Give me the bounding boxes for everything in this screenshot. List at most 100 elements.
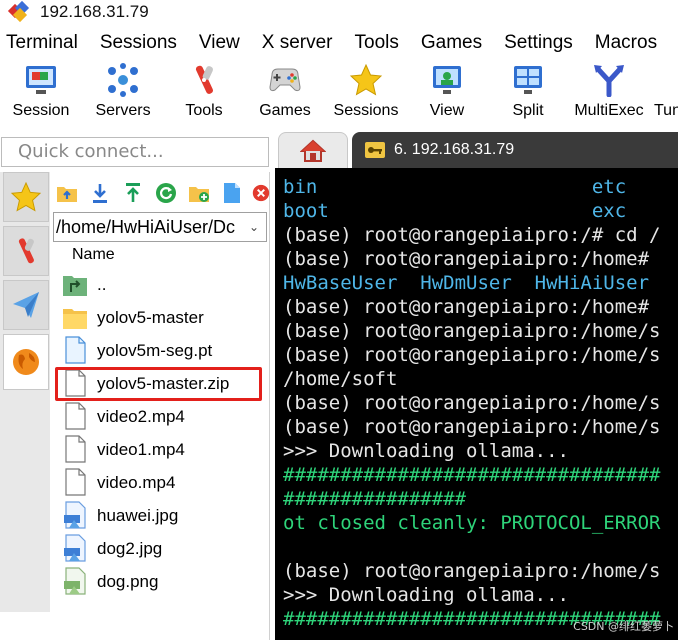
terminal-text: (base) root@orangepiaipro:/home/s xyxy=(283,344,661,366)
star-icon xyxy=(10,182,42,212)
tools-icon xyxy=(18,238,34,264)
terminal-output[interactable]: ################################# >>> Dow… xyxy=(275,168,678,640)
jpg-image-icon xyxy=(64,501,86,529)
file-name: yolov5-master xyxy=(97,307,204,327)
title-bar: 192.168.31.79 xyxy=(0,0,678,24)
delete-button[interactable] xyxy=(252,182,270,204)
file-row[interactable]: huawei.jpg xyxy=(52,499,270,532)
sessions-label: Sessions xyxy=(333,102,399,119)
menu-terminal[interactable]: Terminal xyxy=(6,32,78,54)
mobaxterm-logo-icon xyxy=(7,0,30,23)
terminal-line: ot closed cleanly: PROTOCOL_ERROR xyxy=(283,512,661,534)
home-icon xyxy=(300,139,326,162)
sessions-button[interactable]: Sessions xyxy=(326,60,406,130)
servers-button[interactable]: Servers xyxy=(83,60,163,130)
terminal-line: (base) root@orangepiaipro:/home/s xyxy=(283,392,661,414)
new-file-icon xyxy=(224,183,240,203)
parent-folder-icon xyxy=(63,276,87,296)
sidetab-sftp[interactable] xyxy=(3,334,49,390)
games-button[interactable]: Games xyxy=(245,60,325,130)
tools-label: Tools xyxy=(185,102,223,119)
terminal-text: (base) root@orangepiaipro:/home# xyxy=(283,296,661,318)
split-icon xyxy=(511,63,545,97)
file-row[interactable]: yolov5m-seg.pt xyxy=(52,334,270,367)
file-name: dog.png xyxy=(97,571,159,591)
folder-icon xyxy=(63,309,87,329)
multiexec-label: MultiExec xyxy=(574,102,644,119)
terminal-text: ################ xyxy=(283,488,467,510)
file-row[interactable]: yolov5-master xyxy=(52,301,270,334)
menu-x-server[interactable]: X server xyxy=(262,32,333,54)
terminal-text: (base) root@orangepiaipro:/home/s xyxy=(283,560,661,582)
new-file-button[interactable] xyxy=(221,182,243,204)
quick-connect-input[interactable]: Quick connect... xyxy=(1,137,269,167)
terminal-text: HwBaseUser HwDmUser HwHiAiUser xyxy=(283,272,661,294)
session-tab[interactable]: 6. 192.168.31.79 xyxy=(352,132,678,168)
sidetab-macros[interactable] xyxy=(3,280,49,330)
sessions-star-icon xyxy=(349,63,383,97)
sidetab-sessions[interactable] xyxy=(3,172,49,222)
split-button[interactable]: Split xyxy=(488,60,568,130)
refresh-button[interactable] xyxy=(155,182,177,204)
terminal-line: ################ xyxy=(283,488,466,510)
view-icon xyxy=(430,63,464,97)
tab-strip: 6. 192.168.31.79 xyxy=(272,130,678,168)
home-tab[interactable] xyxy=(278,132,348,168)
file-name: video2.mp4 xyxy=(97,406,185,426)
name-column-header[interactable]: Name xyxy=(72,246,115,264)
split-label: Split xyxy=(512,102,544,119)
tools-button[interactable]: Tools xyxy=(164,60,244,130)
terminal-line: (base) root@orangepiaipro:/home/s xyxy=(283,344,661,366)
ssh-key-icon xyxy=(365,142,385,158)
file-name: huawei.jpg xyxy=(97,505,179,525)
terminal-text: (base) root@orangepiaipro:/home/s xyxy=(283,416,661,438)
document-icon xyxy=(65,336,86,364)
multiexec-button[interactable]: MultiExec xyxy=(569,60,649,130)
paper-plane-icon xyxy=(13,292,39,318)
terminal-line: HwBaseUser HwDmUser HwHiAiUser xyxy=(283,272,661,294)
terminal-text: (base) root@orangepiaipro:/home/s xyxy=(283,392,661,414)
file-row[interactable]: dog.png xyxy=(52,565,270,598)
terminal-text: (base) root@orangepiaipro:/# cd / xyxy=(283,224,661,246)
menu-settings[interactable]: Settings xyxy=(504,32,573,54)
session-tab-label: 6. 192.168.31.79 xyxy=(394,141,515,158)
menu-sessions[interactable]: Sessions xyxy=(100,32,177,54)
session-button[interactable]: Session xyxy=(1,60,81,130)
menu-games[interactable]: Games xyxy=(421,32,482,54)
path-dropdown[interactable]: /home/HwHiAiUser/Dc ⌄ xyxy=(53,212,267,242)
terminal-line: >>> Downloading ollama... xyxy=(283,584,569,606)
terminal-line: (base) root@orangepiaipro:/# cd / xyxy=(283,224,661,246)
file-row[interactable]: video.mp4 xyxy=(52,466,270,499)
file-name: video1.mp4 xyxy=(97,439,185,459)
terminal-text: bin xyxy=(283,176,318,198)
view-label: View xyxy=(429,102,465,119)
file-row[interactable]: video1.mp4 xyxy=(52,433,270,466)
terminal-text: boot xyxy=(283,200,329,222)
view-button[interactable]: View xyxy=(407,60,487,130)
upload-button[interactable] xyxy=(122,182,144,204)
download-button[interactable] xyxy=(89,182,111,204)
terminal-line: ################################# xyxy=(283,464,661,486)
terminal-line: (base) root@orangepiaipro:/home/s xyxy=(283,320,661,342)
file-row[interactable]: dog2.jpg xyxy=(52,532,270,565)
terminal-text: >>> Downloading ollama... xyxy=(283,440,569,462)
upload-icon xyxy=(126,183,140,202)
terminal-line: bin etc xyxy=(283,176,626,198)
file-row[interactable]: video2.mp4 xyxy=(52,400,270,433)
tunneling-button[interactable]: Tun xyxy=(644,60,678,130)
menu-view[interactable]: View xyxy=(199,32,240,54)
chevron-down-icon[interactable]: ⌄ xyxy=(242,213,266,241)
terminal-line: (base) root@orangepiaipro:/home/s xyxy=(283,560,661,582)
parent-folder-button[interactable] xyxy=(56,182,78,204)
menu-tools[interactable]: Tools xyxy=(355,32,399,54)
folder-up-icon xyxy=(57,187,77,202)
file-name: dog2.jpg xyxy=(97,538,163,558)
menu-macros[interactable]: Macros xyxy=(595,32,657,54)
file-row[interactable]: .. xyxy=(52,268,270,301)
sidetab-tools[interactable] xyxy=(3,226,49,276)
session-label: Session xyxy=(12,102,70,119)
terminal-line: >>> Downloading ollama... xyxy=(283,440,569,462)
new-folder-icon xyxy=(189,187,209,202)
new-folder-button[interactable] xyxy=(188,182,210,204)
multiexec-icon xyxy=(592,63,626,97)
